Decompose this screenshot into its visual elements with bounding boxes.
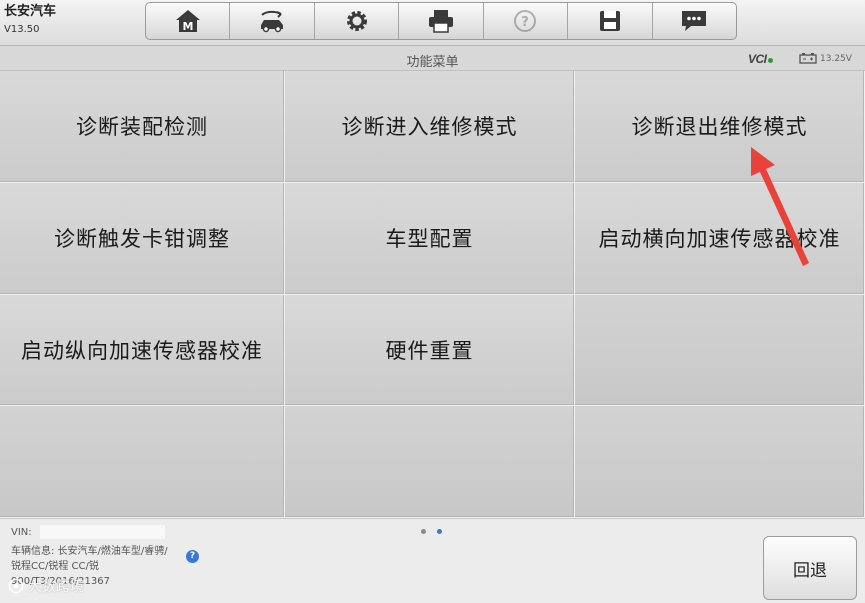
- vehicle-info-help-icon[interactable]: ?: [186, 550, 199, 563]
- menu-item-lateral-accel-calibration[interactable]: 启动横向加速传感器校准: [575, 182, 865, 295]
- menu-item-label: 启动纵向加速传感器校准: [21, 338, 263, 363]
- app-version: V13.50: [4, 24, 40, 35]
- battery-icon: [799, 53, 817, 64]
- save-icon: [599, 11, 620, 31]
- vehicle-info-text: 车辆信息: 长安汽车/燃油车型/睿骋/锐程CC/锐程 CC/锐: [11, 546, 168, 572]
- menu-item-label: 诊断触发卡钳调整: [54, 227, 230, 252]
- page-indicator: [421, 529, 442, 534]
- menu-item-label: 诊断装配检测: [76, 115, 208, 140]
- menu-item-hardware-reset[interactable]: 硬件重置: [285, 294, 575, 407]
- home-button[interactable]: M: [146, 3, 231, 39]
- menu-item-assembly-check[interactable]: 诊断装配检测: [0, 71, 285, 183]
- menu-item-empty: [575, 294, 865, 407]
- vehicle-swap-button[interactable]: [230, 3, 315, 39]
- menu-item-label: 硬件重置: [385, 338, 474, 363]
- home-m-icon: M: [175, 10, 200, 33]
- vin-label: VIN:: [11, 527, 32, 538]
- vci-label: VCI: [748, 52, 767, 66]
- car-swap-icon: [261, 10, 284, 33]
- back-button[interactable]: 回退: [763, 536, 857, 600]
- svg-text:?: ?: [522, 15, 530, 30]
- page-dot-active[interactable]: [437, 529, 442, 534]
- vci-status: VCI: [748, 52, 773, 66]
- message-icon: [682, 11, 707, 31]
- settings-button[interactable]: [315, 3, 400, 39]
- back-button-label: 回退: [793, 560, 827, 581]
- page-title: 功能菜单: [406, 55, 459, 70]
- battery-voltage: 13.25V: [820, 54, 852, 64]
- menu-item-enter-service-mode[interactable]: 诊断进入维修模式: [285, 71, 575, 183]
- watermark-logo-icon: [8, 578, 24, 594]
- watermark-text: 大数跨境: [28, 579, 84, 595]
- watermark: 大数跨境: [8, 576, 84, 596]
- menu-item-caliper-adjust[interactable]: 诊断触发卡钳调整: [0, 182, 285, 295]
- svg-text:M: M: [182, 20, 193, 33]
- footer: VIN: 车辆信息: 长安汽车/燃油车型/睿骋/锐程CC/锐程 CC/锐 900…: [0, 518, 865, 603]
- menu-item-label: 车型配置: [385, 227, 474, 252]
- app-name: 长安汽车: [4, 4, 57, 19]
- menu-item-longitudinal-accel-calibration[interactable]: 启动纵向加速传感器校准: [0, 294, 285, 407]
- menu-item-empty: [0, 406, 285, 518]
- brand: 长安汽车 V13.50: [4, 4, 56, 38]
- menu-item-exit-service-mode[interactable]: 诊断退出维修模式: [575, 71, 865, 183]
- message-button[interactable]: [653, 3, 736, 39]
- menu-item-label: 诊断退出维修模式: [631, 115, 808, 140]
- menu-item-empty: [575, 406, 865, 518]
- sub-header: 功能菜单 VCI 13.25V: [0, 47, 865, 71]
- menu-item-label: 启动横向加速传感器校准: [598, 227, 841, 252]
- top-bar: 长安汽车 V13.50 M ?: [0, 0, 865, 46]
- print-button[interactable]: [399, 3, 484, 39]
- save-button[interactable]: [568, 3, 653, 39]
- help-button[interactable]: ?: [484, 3, 569, 39]
- menu-item-vehicle-config[interactable]: 车型配置: [285, 182, 575, 295]
- page-dot[interactable]: [421, 529, 426, 534]
- menu-item-empty: [285, 406, 575, 518]
- menu-item-label: 诊断进入维修模式: [341, 115, 518, 140]
- gear-icon: [346, 11, 367, 31]
- vin-value-redacted: [40, 525, 165, 539]
- printer-icon: [428, 10, 453, 33]
- toolbar: M ?: [145, 2, 737, 40]
- function-menu-grid: 诊断装配检测 诊断进入维修模式 诊断退出维修模式 诊断触发卡钳调整 车型配置 启…: [0, 71, 865, 518]
- vci-connected-icon: [767, 58, 773, 63]
- help-icon: ?: [514, 10, 537, 32]
